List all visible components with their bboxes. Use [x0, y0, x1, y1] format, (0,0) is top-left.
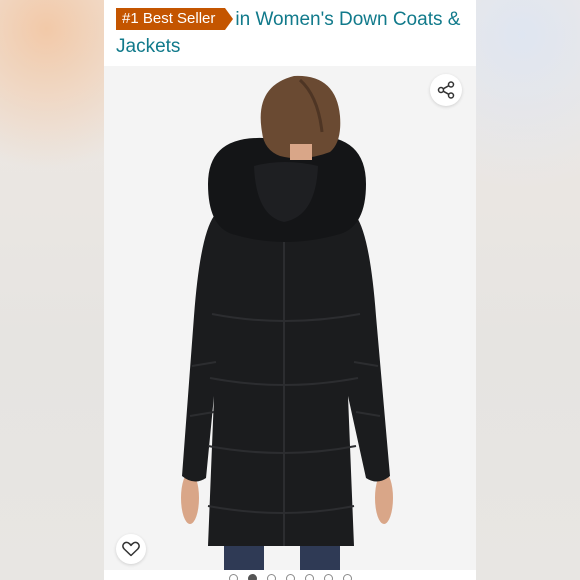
pagination-dot[interactable]	[342, 574, 352, 580]
share-button[interactable]	[430, 74, 462, 106]
share-icon	[437, 81, 455, 99]
pagination-dot[interactable]	[304, 574, 314, 580]
pagination-dot[interactable]	[266, 574, 276, 580]
wishlist-button[interactable]	[116, 534, 146, 564]
heart-icon	[122, 541, 140, 557]
pagination-dot[interactable]	[228, 574, 238, 580]
pagination-dot[interactable]	[323, 574, 333, 580]
product-card: #1 Best Seller in Women's Down Coats & Ja…	[104, 0, 476, 580]
best-seller-badge: #1 Best Seller	[116, 8, 234, 30]
product-image[interactable]	[104, 66, 476, 570]
coat-photo	[181, 75, 393, 570]
pagination-dot[interactable]	[285, 574, 295, 580]
pagination-dot[interactable]	[247, 574, 257, 580]
image-pagination	[104, 570, 476, 580]
best-seller-heading: #1 Best Seller in Women's Down Coats & Ja…	[116, 6, 468, 60]
